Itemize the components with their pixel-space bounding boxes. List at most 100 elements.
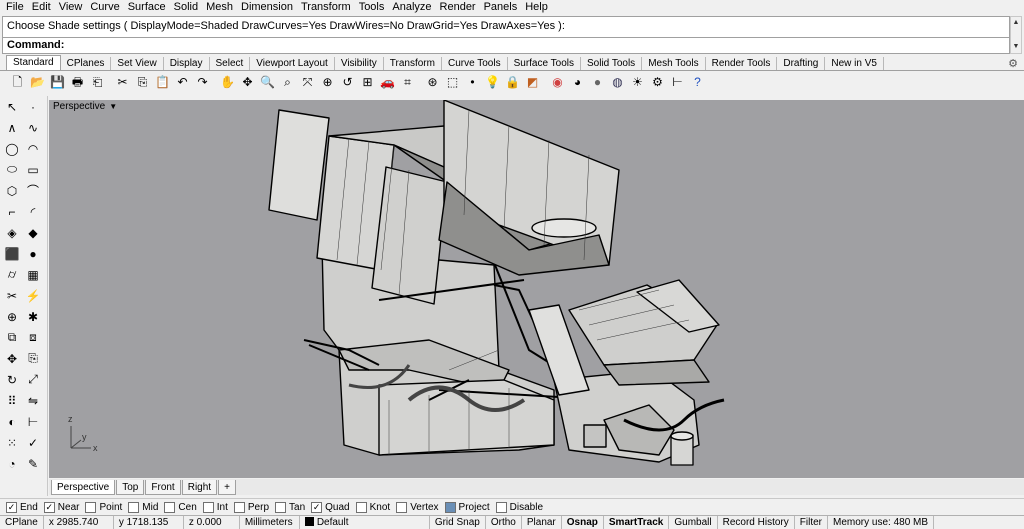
light-icon[interactable]: ☀ bbox=[628, 73, 647, 92]
box-icon[interactable]: ⬛ bbox=[3, 245, 21, 263]
dimension-left-icon[interactable]: ⊢ bbox=[24, 413, 42, 431]
command-prompt[interactable]: Command: bbox=[2, 38, 1010, 54]
zoom-window-icon[interactable]: ⌕ bbox=[278, 73, 297, 92]
text-curve-icon[interactable]: ⌒ bbox=[24, 182, 42, 200]
array-icon[interactable]: ⠿ bbox=[3, 392, 21, 410]
fillet-curve-icon[interactable]: ⌐ bbox=[3, 203, 21, 221]
viewport-tab-right[interactable]: Right bbox=[181, 479, 218, 495]
viewport-menu-chevron-icon[interactable]: ▼ bbox=[109, 100, 117, 114]
polygon-icon[interactable]: ⬡ bbox=[3, 182, 21, 200]
undo-view-icon[interactable]: ↺ bbox=[338, 73, 357, 92]
paste-icon[interactable]: 📋 bbox=[153, 73, 172, 92]
import-icon[interactable]: ⎗ bbox=[88, 73, 107, 92]
status-grid-snap[interactable]: Grid Snap bbox=[430, 516, 486, 529]
osnap-knot[interactable]: Knot bbox=[355, 501, 390, 513]
status-planar[interactable]: Planar bbox=[522, 516, 562, 529]
circle-icon[interactable]: ◯ bbox=[3, 140, 21, 158]
status-filter[interactable]: Filter bbox=[795, 516, 828, 529]
osnap-mid[interactable]: Mid bbox=[128, 501, 158, 513]
tab-solid-tools[interactable]: Solid Tools bbox=[581, 57, 643, 70]
extrude-icon[interactable]: ◆ bbox=[24, 224, 42, 242]
tab-display[interactable]: Display bbox=[164, 57, 210, 70]
surface-icon[interactable]: ◈ bbox=[3, 224, 21, 242]
tab-transform[interactable]: Transform bbox=[384, 57, 442, 70]
checkbox-icon[interactable] bbox=[233, 501, 245, 513]
checkbox-icon[interactable]: ✓ bbox=[311, 501, 323, 513]
checkbox-icon[interactable]: ✓ bbox=[43, 501, 55, 513]
cut-icon[interactable]: ✂ bbox=[113, 73, 132, 92]
viewport-tab-perspective[interactable]: Perspective bbox=[51, 479, 116, 495]
pan-icon[interactable]: ✋ bbox=[218, 73, 237, 92]
status-ortho[interactable]: Ortho bbox=[486, 516, 522, 529]
sphere-icon[interactable]: ● bbox=[24, 245, 42, 263]
explode-icon[interactable]: ✱ bbox=[24, 308, 42, 326]
split-icon[interactable]: ⚡ bbox=[24, 287, 42, 305]
dimension-icon[interactable]: ⊢ bbox=[668, 73, 687, 92]
status-cplane[interactable]: CPlane bbox=[0, 516, 44, 529]
check-icon[interactable]: ✓ bbox=[24, 434, 42, 452]
tab-cplanes[interactable]: CPlanes bbox=[61, 57, 112, 70]
cplane-icon[interactable]: ⌗ bbox=[398, 73, 417, 92]
osnap-tan[interactable]: Tan bbox=[275, 501, 305, 513]
group-icon[interactable]: ⧉ bbox=[3, 329, 21, 347]
checkbox-icon[interactable] bbox=[164, 501, 176, 513]
menu-view[interactable]: View bbox=[55, 0, 87, 15]
cylinder-icon[interactable]: ⌭ bbox=[3, 266, 21, 284]
checkbox-icon[interactable]: ✓ bbox=[6, 501, 17, 513]
rectangle-icon[interactable]: ▭ bbox=[24, 161, 42, 179]
copy-object-icon[interactable]: ⎘ bbox=[24, 350, 42, 368]
save-icon[interactable]: 💾 bbox=[48, 73, 67, 92]
viewport-tab-front[interactable]: Front bbox=[145, 479, 181, 495]
shaded-icon[interactable]: ◕ bbox=[568, 73, 587, 92]
arc-icon[interactable]: ◠ bbox=[24, 140, 42, 158]
checkbox-icon[interactable] bbox=[275, 501, 287, 513]
tab-surface-tools[interactable]: Surface Tools bbox=[508, 57, 581, 70]
grid-dots-icon[interactable]: ⁙ bbox=[3, 434, 21, 452]
hide-icon[interactable]: 💡 bbox=[483, 73, 502, 92]
ellipse-icon[interactable]: ⬭ bbox=[3, 161, 21, 179]
ungroup-icon[interactable]: ⧈ bbox=[24, 329, 42, 347]
menu-render[interactable]: Render bbox=[436, 0, 480, 15]
menu-curve[interactable]: Curve bbox=[86, 0, 123, 15]
help-icon[interactable]: ? bbox=[688, 73, 707, 92]
viewport-tab-top[interactable]: Top bbox=[116, 479, 145, 495]
viewport-title[interactable]: Perspective ▼ bbox=[49, 100, 122, 114]
scroll-up-icon[interactable]: ▲ bbox=[1011, 17, 1021, 29]
add-viewport-button[interactable]: + bbox=[218, 479, 236, 495]
menu-panels[interactable]: Panels bbox=[480, 0, 522, 15]
menu-mesh[interactable]: Mesh bbox=[202, 0, 237, 15]
checkbox-icon[interactable] bbox=[128, 501, 140, 513]
perspective-viewport[interactable]: z y x bbox=[49, 100, 1024, 478]
rendered-icon[interactable]: ◍ bbox=[608, 73, 627, 92]
scroll-down-icon[interactable]: ▼ bbox=[1011, 41, 1021, 53]
select-arrow-icon[interactable]: ↖ bbox=[3, 98, 21, 116]
status-osnap[interactable]: Osnap bbox=[562, 516, 604, 529]
osnap-cen[interactable]: Cen bbox=[164, 501, 197, 513]
tab-new-in-v5[interactable]: New in V5 bbox=[825, 57, 884, 70]
status-record-history[interactable]: Record History bbox=[718, 516, 795, 529]
join-icon[interactable]: ⊕ bbox=[3, 308, 21, 326]
menu-tools[interactable]: Tools bbox=[355, 0, 389, 15]
command-scrollbar[interactable]: ▲ ▼ bbox=[1010, 16, 1022, 54]
zoom-dynamic-icon[interactable]: 🔍 bbox=[258, 73, 277, 92]
analyze-icon[interactable]: ◔ bbox=[3, 455, 21, 473]
render-icon[interactable]: ● bbox=[588, 73, 607, 92]
mirror-icon[interactable]: ⇋ bbox=[24, 392, 42, 410]
status-gumball[interactable]: Gumball bbox=[669, 516, 718, 529]
copy-icon[interactable]: ⎘ bbox=[133, 73, 152, 92]
move-icon[interactable]: ✥ bbox=[3, 350, 21, 368]
offset-icon[interactable]: ◜ bbox=[24, 203, 42, 221]
zoom-selected-icon[interactable]: ⊕ bbox=[318, 73, 337, 92]
osnap-disable[interactable]: Disable bbox=[495, 501, 543, 513]
rotate-view-icon[interactable]: ✥ bbox=[238, 73, 257, 92]
menu-dimension[interactable]: Dimension bbox=[237, 0, 297, 15]
osnap-vertex[interactable]: Vertex bbox=[396, 501, 439, 513]
osnap-perp[interactable]: Perp bbox=[233, 501, 269, 513]
polyline-icon[interactable]: ∧ bbox=[3, 119, 21, 137]
car-icon[interactable]: 🚗 bbox=[378, 73, 397, 92]
lock-icon[interactable]: 🔒 bbox=[503, 73, 522, 92]
undo-icon[interactable]: ↶ bbox=[173, 73, 192, 92]
rotate-icon[interactable]: ↻ bbox=[3, 371, 21, 389]
osnap-int[interactable]: Int bbox=[202, 501, 228, 513]
osnap-project[interactable]: Project bbox=[444, 501, 490, 513]
